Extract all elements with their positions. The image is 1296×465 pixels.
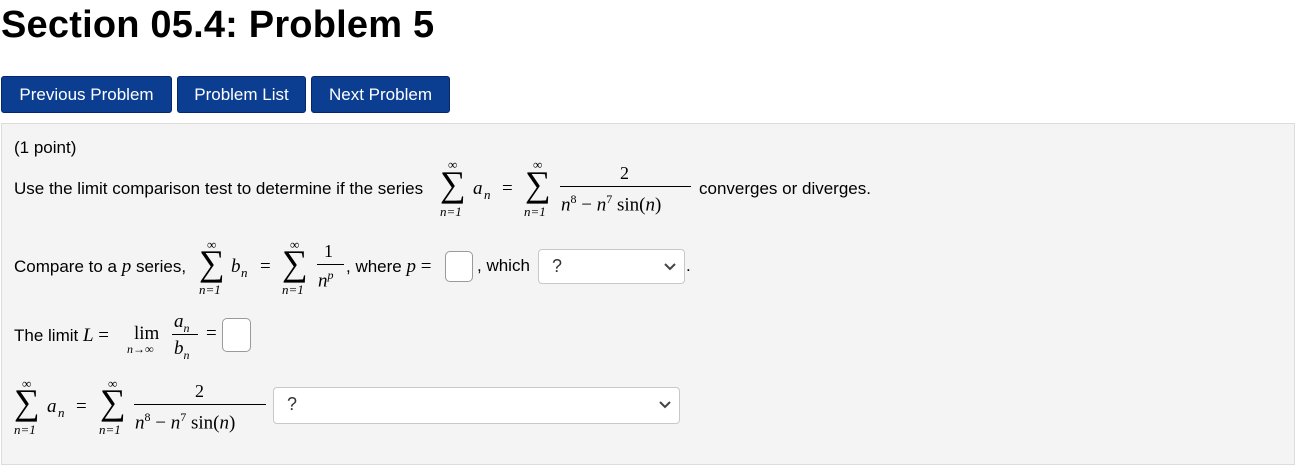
next-problem-button[interactable]: Next Problem (311, 76, 450, 113)
ratio-denominator: bn (174, 338, 190, 362)
fraction-denominator: n8 − n7 sin(n) (135, 410, 236, 434)
previous-problem-button[interactable]: Previous Problem (1, 76, 172, 113)
sigma-symbol: ∑ (14, 382, 40, 422)
page-title: Section 05.4: Problem 5 (1, 4, 435, 46)
which-text: , which (477, 256, 530, 275)
fraction-bar (134, 404, 266, 405)
sum-lower-limit: n=1 (440, 204, 462, 219)
equals-sign: = (76, 396, 87, 417)
fraction-bar (172, 334, 198, 335)
sigma-symbol: ∑ (525, 164, 551, 204)
term-b-subscript: n (241, 265, 248, 280)
term-a-subscript: n (58, 405, 65, 420)
problem-list-button[interactable]: Problem List (177, 76, 306, 113)
period: . (686, 256, 691, 275)
sum-lower-limit: n=1 (524, 204, 546, 219)
fraction-denominator: n8 − n7 sin(n) (561, 192, 662, 216)
chevron-down-icon (659, 401, 671, 409)
equals-sign: = (502, 178, 513, 199)
conclusion-select[interactable]: ? (273, 387, 680, 424)
sigma-symbol: ∑ (100, 382, 126, 422)
equals-sign: = (260, 256, 271, 277)
ratio-numerator: an (174, 311, 190, 335)
fraction-denominator: np (318, 268, 334, 292)
compare-text: Compare to a p series, (14, 256, 187, 277)
sum-lower-limit: n=1 (99, 422, 121, 437)
limit-text: The limit L = (14, 325, 109, 346)
fraction-numerator: 2 (195, 381, 204, 401)
term-b: b (231, 256, 241, 277)
chevron-down-icon (664, 263, 676, 271)
sigma-symbol: ∑ (282, 243, 308, 283)
points-label: (1 point) (14, 138, 77, 157)
sum-lower-limit: n=1 (14, 422, 36, 437)
term-a: a (47, 396, 57, 417)
intro-text: Use the limit comparison test to determi… (14, 179, 424, 198)
equals-sign: = (206, 323, 217, 344)
fraction-bar (560, 186, 691, 187)
lim-subscript: n→∞ (127, 342, 154, 356)
sum-lower-limit: n=1 (199, 282, 221, 297)
select-value: ? (552, 256, 563, 276)
intro-suffix: converges or diverges. (699, 179, 871, 198)
p-value-input[interactable] (445, 251, 473, 282)
fraction-numerator: 2 (620, 163, 629, 183)
fraction-bar (317, 264, 344, 265)
sigma-symbol: ∑ (199, 243, 225, 283)
p-series-result-select[interactable]: ? (538, 249, 685, 284)
term-a: a (473, 178, 483, 199)
term-a-subscript: n (484, 187, 491, 202)
limit-value-input[interactable] (222, 318, 251, 352)
sigma-symbol: ∑ (440, 164, 466, 204)
where-text: , where p = (346, 256, 432, 277)
select-value: ? (287, 394, 298, 414)
fraction-numerator: 1 (324, 241, 333, 261)
sum-lower-limit: n=1 (282, 282, 304, 297)
